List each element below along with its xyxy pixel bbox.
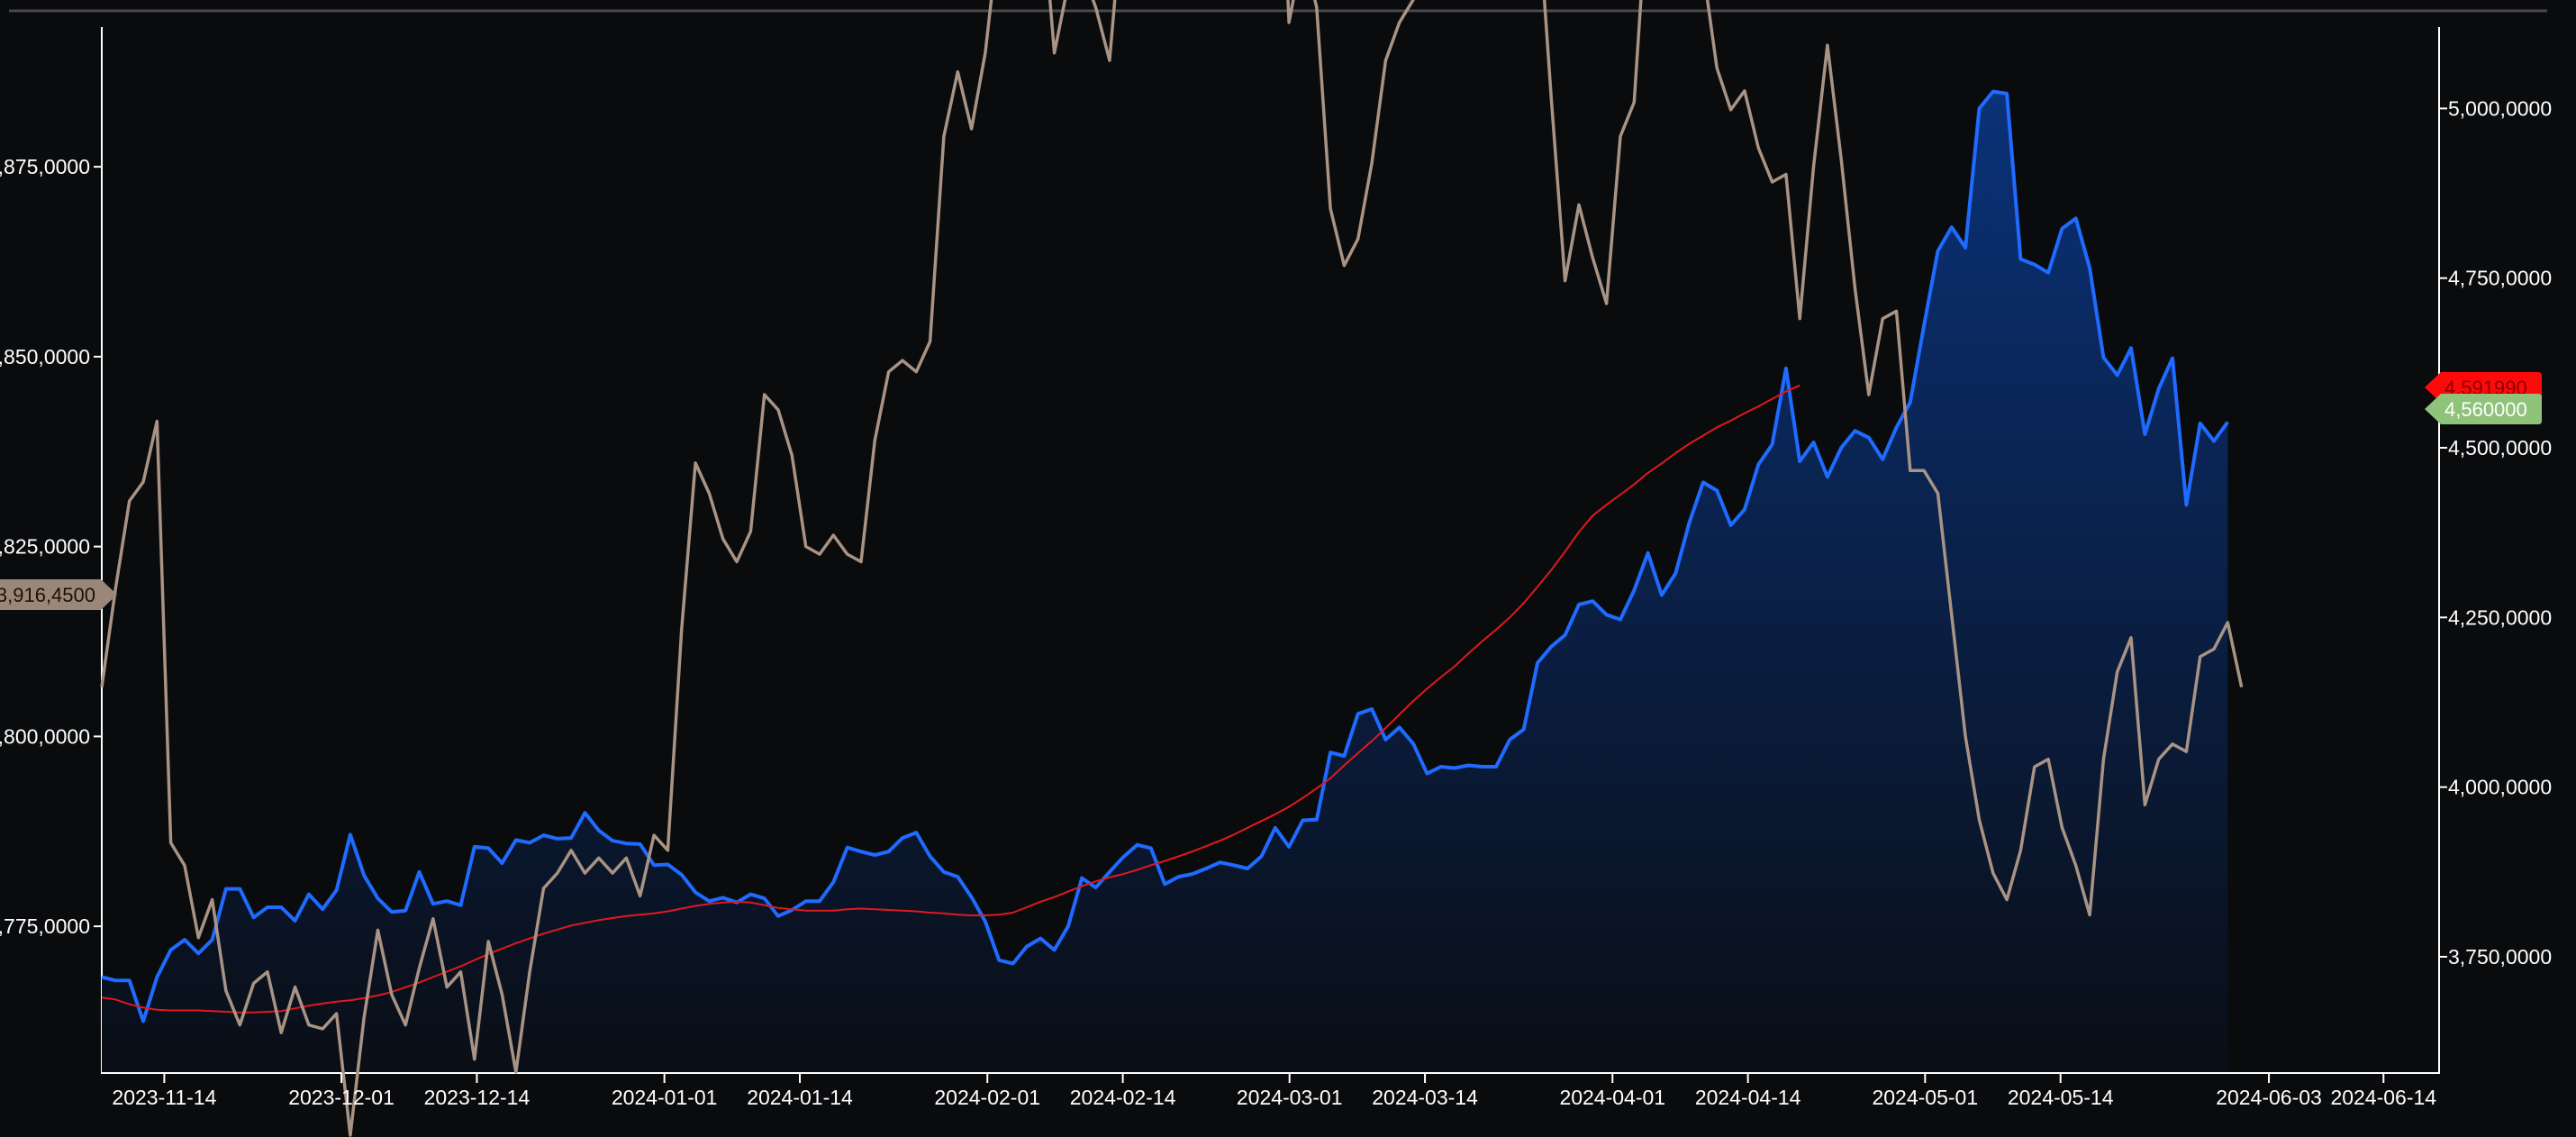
tan-price-flag: 3,916,4500 bbox=[0, 579, 117, 610]
x-tick-label: 2024-05-01 bbox=[1872, 1086, 1978, 1109]
x-tick-label: 2024-02-14 bbox=[1070, 1086, 1176, 1109]
green-price-flag: 4,560000 bbox=[2425, 394, 2542, 424]
tan-price-flag-label: 3,916,4500 bbox=[0, 584, 95, 606]
x-tick-label: 2024-01-01 bbox=[612, 1086, 718, 1109]
right-tick-label: 4,250,0000 bbox=[2448, 605, 2552, 629]
x-tick-label: 2024-04-01 bbox=[1559, 1086, 1665, 1109]
price-chart[interactable]: 3,775,0000 3,800,0000 3,825,0000 3,850,0000… bbox=[0, 0, 2576, 1137]
right-tick-label: 4,500,0000 bbox=[2448, 436, 2552, 459]
left-tick-label: 3,775,0000 bbox=[0, 914, 90, 938]
x-tick-label: 2024-01-14 bbox=[747, 1086, 853, 1109]
left-tick-label: 3,850,0000 bbox=[0, 345, 90, 368]
x-tick-label: 2023-12-14 bbox=[424, 1086, 531, 1109]
right-tick-label: 4,750,0000 bbox=[2448, 267, 2552, 290]
left-tick-label: 3,800,0000 bbox=[0, 724, 90, 748]
x-tick-label: 2024-05-14 bbox=[2008, 1086, 2114, 1109]
x-tick-label: 2023-11-14 bbox=[112, 1086, 216, 1109]
x-tick-label: 2023-12-01 bbox=[288, 1086, 395, 1109]
right-tick-label: 4,000,0000 bbox=[2448, 776, 2552, 799]
right-tick-label: 5,000,0000 bbox=[2448, 96, 2552, 120]
x-tick-label: 2024-03-01 bbox=[1237, 1086, 1343, 1109]
left-tick-label: 3,825,0000 bbox=[0, 535, 90, 559]
x-tick-label: 2024-02-01 bbox=[934, 1086, 1040, 1109]
left-tick-label: 3,875,0000 bbox=[0, 155, 90, 178]
x-tick-label: 2024-06-14 bbox=[2330, 1086, 2436, 1109]
green-price-flag-label: 4,560000 bbox=[2444, 398, 2527, 421]
x-tick-label: 2024-04-14 bbox=[1695, 1086, 1801, 1109]
right-tick-label: 3,750,0000 bbox=[2448, 945, 2552, 969]
x-tick-label: 2024-03-14 bbox=[1372, 1086, 1478, 1109]
x-tick-label: 2024-06-03 bbox=[2216, 1086, 2322, 1109]
